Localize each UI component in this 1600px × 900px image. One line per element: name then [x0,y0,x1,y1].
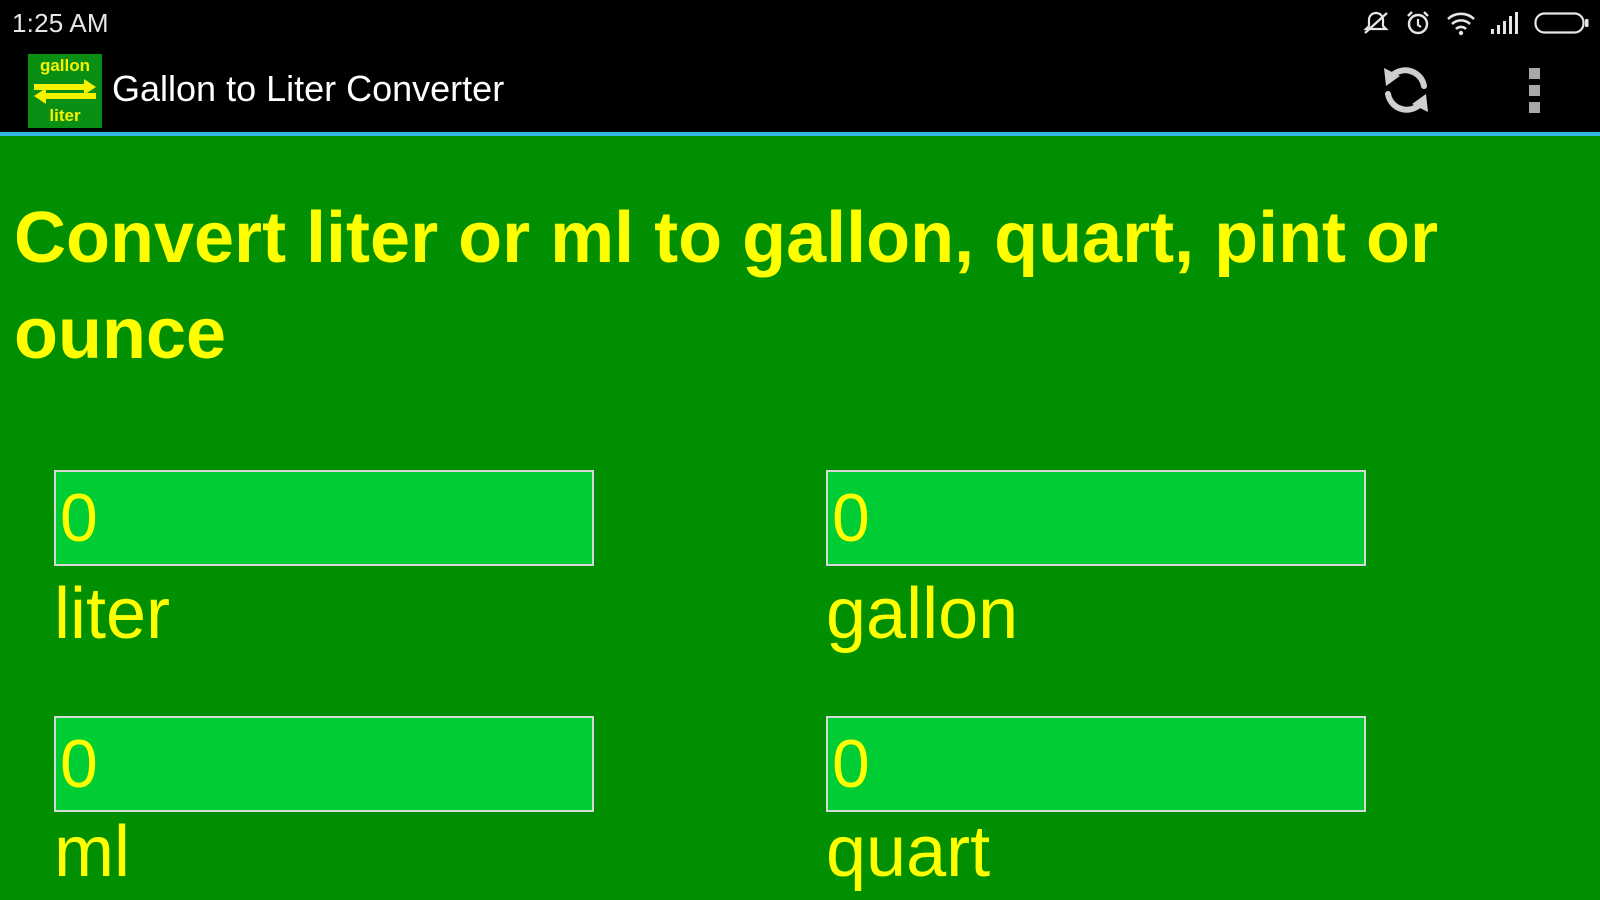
mute-icon [1362,9,1390,37]
app-logo: gallon liter [28,54,102,128]
status-time: 1:25 AM [12,8,109,38]
battery-icon [1534,11,1590,35]
swap-arrows-icon [34,79,96,104]
logo-text-liter: liter [49,106,81,125]
overflow-menu-icon [1529,68,1540,113]
quart-input[interactable]: 0 [826,716,1366,812]
ml-label: ml [54,812,130,892]
gallon-label: gallon [826,574,1019,654]
overflow-menu-button[interactable] [1520,66,1550,116]
app-title: Gallon to Liter Converter [112,68,505,109]
refresh-button[interactable] [1378,62,1434,118]
gallon-input[interactable]: 0 [826,470,1366,566]
status-icons [1362,8,1590,38]
alarm-icon [1404,9,1432,37]
app-bar: gallon liter Gallon to Liter Converter [0,46,1600,132]
status-bar: 1:25 AM [0,0,1600,46]
logo-text-gallon: gallon [39,56,91,75]
main-content: Convert liter or ml to gallon, quart, pi… [0,136,1600,900]
liter-input[interactable]: 0 [54,470,594,566]
liter-label: liter [54,574,171,654]
page-headline: Convert liter or ml to gallon, quart, pi… [14,198,1439,374]
quart-label: quart [826,812,991,892]
signal-icon [1490,11,1520,35]
ml-input[interactable]: 0 [54,716,594,812]
refresh-icon [1384,67,1428,113]
wifi-icon [1446,10,1476,36]
